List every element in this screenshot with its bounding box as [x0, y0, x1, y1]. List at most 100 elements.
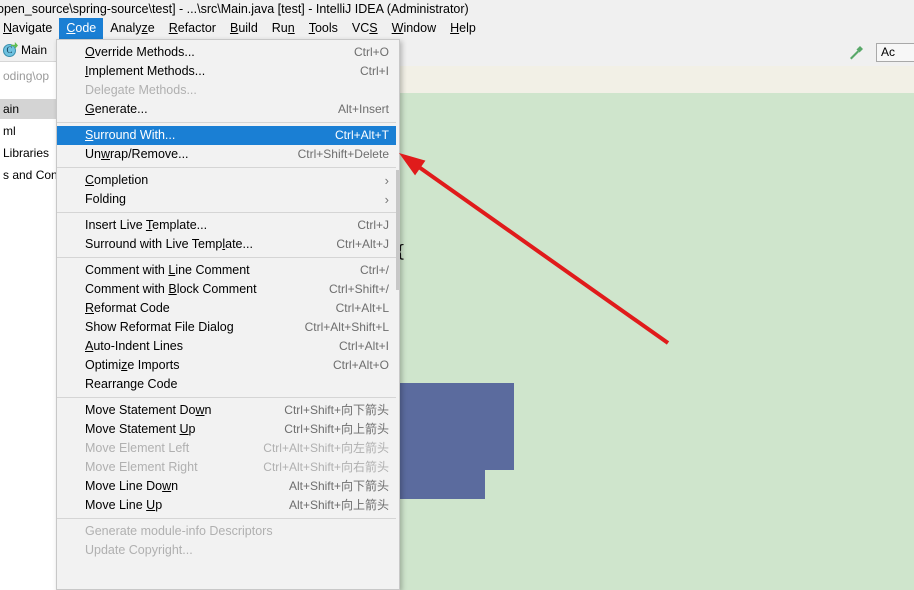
menu-item-label: Move Line Up — [85, 498, 163, 512]
window-titlebar: open_source\spring-source\test] - ...\sr… — [0, 0, 914, 18]
menu-item-label: Generate module-info Descriptors — [85, 524, 273, 538]
menubar-item-tools[interactable]: Tools — [302, 18, 345, 39]
menu-item-label: Delegate Methods... — [85, 83, 197, 97]
menu-item-move-line-up[interactable]: Move Line Up Alt+Shift+向上箭头 — [57, 496, 399, 515]
menu-item-shortcut: Ctrl+Alt+T — [334, 128, 389, 142]
menu-item-shortcut: Alt+Shift+向上箭头 — [288, 498, 389, 512]
project-panel-tab-label: Main — [21, 43, 48, 57]
menu-item-delegate-methods: Delegate Methods... — [57, 81, 399, 100]
menubar-item-build[interactable]: Build — [223, 18, 265, 39]
menu-item-implement-methods[interactable]: Implement Methods... Ctrl+I — [57, 62, 399, 81]
menubar-item-label: Analyze — [110, 21, 155, 35]
editor-tab-strip-filler — [350, 66, 914, 93]
menu-scrollbar[interactable] — [396, 40, 399, 589]
hammer-icon[interactable] — [847, 44, 865, 62]
menubar-item-label: Navigate — [3, 21, 53, 35]
menubar-item-run[interactable]: Run — [265, 18, 302, 39]
menu-item-shortcut: Ctrl+/ — [359, 263, 389, 277]
menu-item-rearrange-code[interactable]: Rearrange Code — [57, 375, 399, 394]
menu-item-surround-with-live-template[interactable]: Surround with Live Template... Ctrl+Alt+J — [57, 235, 399, 254]
menu-item-comment-with-block-comment[interactable]: Comment with Block Comment Ctrl+Shift+/ — [57, 280, 399, 299]
menubar-item-navigate[interactable]: Navigate — [0, 18, 59, 39]
menu-item-shortcut: Ctrl+Alt+O — [332, 358, 389, 372]
menu-item-label: Unwrap/Remove... — [85, 147, 189, 161]
menu-item-override-methods[interactable]: Override Methods... Ctrl+O — [57, 43, 399, 62]
menu-scrollbar-thumb[interactable] — [396, 170, 399, 290]
menu-separator — [57, 212, 399, 213]
menu-item-update-copyright: Update Copyright... — [57, 541, 399, 560]
menu-separator — [57, 397, 399, 398]
run-configuration-selector[interactable]: Ac — [876, 43, 914, 62]
menu-item-shortcut: Ctrl+Shift+向下箭头 — [284, 403, 389, 417]
menu-item-shortcut: Ctrl+Alt+Shift+L — [304, 320, 389, 334]
menu-item-label: Move Statement Down — [85, 403, 212, 417]
menu-item-shortcut: Alt+Insert — [337, 102, 389, 116]
menu-item-shortcut: Ctrl+Alt+Shift+向右箭头 — [263, 460, 389, 474]
menu-item-label: Override Methods... — [85, 45, 195, 59]
menu-item-generate[interactable]: Generate... Alt+Insert — [57, 100, 399, 119]
menu-item-insert-live-template[interactable]: Insert Live Template... Ctrl+J — [57, 216, 399, 235]
menubar-item-label: VCS — [351, 21, 378, 35]
menu-item-label: Move Line Down — [85, 479, 179, 493]
menubar-item-label: Tools — [308, 21, 338, 35]
menu-item-label: Surround with Live Template... — [85, 237, 253, 251]
menu-item-optimize-imports[interactable]: Optimize Imports Ctrl+Alt+O — [57, 356, 399, 375]
menu-item-shortcut: Ctrl+Alt+I — [338, 339, 389, 353]
menu-item-label: Optimize Imports — [85, 358, 180, 372]
menu-item-label: Insert Live Template... — [85, 218, 208, 232]
project-tree-item[interactable]: s and Con — [3, 165, 58, 185]
menu-separator — [57, 257, 399, 258]
menu-item-auto-indent-lines[interactable]: Auto-Indent Lines Ctrl+Alt+I — [57, 337, 399, 356]
menu-item-label: Comment with Block Comment — [85, 282, 257, 296]
menu-item-shortcut: Ctrl+O — [353, 45, 389, 59]
chevron-right-icon: › — [384, 192, 389, 207]
menu-bar: Navigate Code Analyze Refactor Build Run Tools… — [0, 18, 914, 39]
menu-item-shortcut: Ctrl+Shift+向上箭头 — [284, 422, 389, 436]
menu-item-show-reformat-file-dialog[interactable]: Show Reformat File Dialog Ctrl+Alt+Shift+… — [57, 318, 399, 337]
menu-item-label: Move Statement Up — [85, 422, 196, 436]
menu-item-move-statement-down[interactable]: Move Statement Down Ctrl+Shift+向下箭头 — [57, 401, 399, 420]
menu-item-move-element-left: Move Element Left Ctrl+Alt+Shift+向左箭头 — [57, 439, 399, 458]
menu-item-label: Auto-Indent Lines — [85, 339, 183, 353]
menu-item-completion[interactable]: Completion › — [57, 171, 399, 190]
menu-item-shortcut: Ctrl+Shift+Delete — [297, 147, 389, 161]
menu-item-label: Surround With... — [85, 128, 176, 142]
menubar-item-code[interactable]: Code — [59, 18, 104, 39]
menu-item-shortcut: Alt+Shift+向下箭头 — [288, 479, 389, 493]
menubar-item-refactor[interactable]: Refactor — [162, 18, 223, 39]
menu-item-label: Folding — [85, 192, 126, 206]
menu-item-move-statement-up[interactable]: Move Statement Up Ctrl+Shift+向上箭头 — [57, 420, 399, 439]
project-tree-item[interactable]: ml — [3, 121, 16, 141]
menu-item-comment-with-line-comment[interactable]: Comment with Line Comment Ctrl+/ — [57, 261, 399, 280]
menu-item-label: Reformat Code — [85, 301, 170, 315]
menu-separator — [57, 122, 399, 123]
menubar-item-window[interactable]: Window — [385, 18, 443, 39]
menubar-item-label: Window — [391, 21, 437, 35]
menu-item-folding[interactable]: Folding › — [57, 190, 399, 209]
project-panel-tab-main[interactable]: C Main — [3, 41, 47, 59]
menu-item-reformat-code[interactable]: Reformat Code Ctrl+Alt+L — [57, 299, 399, 318]
intellij-idea-window: open_source\spring-source\test] - ...\sr… — [0, 0, 914, 590]
menu-separator — [57, 518, 399, 519]
project-tree-item[interactable]: ain — [3, 99, 19, 119]
menu-separator — [57, 167, 399, 168]
menu-item-unwrap-remove[interactable]: Unwrap/Remove... Ctrl+Shift+Delete — [57, 145, 399, 164]
menubar-item-analyze[interactable]: Analyze — [103, 18, 161, 39]
menubar-item-label: Help — [450, 21, 476, 35]
menu-item-move-line-down[interactable]: Move Line Down Alt+Shift+向下箭头 — [57, 477, 399, 496]
menu-item-label: Move Element Right — [85, 460, 198, 474]
chevron-right-icon: › — [384, 173, 389, 188]
menubar-item-vcs[interactable]: VCS — [345, 18, 385, 39]
project-tree-item[interactable]: Libraries — [3, 143, 49, 163]
java-class-icon: C — [3, 44, 16, 57]
menu-item-shortcut: Ctrl+Alt+Shift+向左箭头 — [263, 441, 389, 455]
menu-item-label: Completion — [85, 173, 149, 187]
menu-item-label: Update Copyright... — [85, 543, 193, 557]
menu-item-shortcut: Ctrl+I — [359, 64, 389, 78]
menu-item-label: Implement Methods... — [85, 64, 206, 78]
menubar-item-help[interactable]: Help — [443, 18, 483, 39]
menu-item-label: Comment with Line Comment — [85, 263, 250, 277]
menu-item-shortcut: Ctrl+Alt+L — [335, 301, 389, 315]
menu-item-surround-with[interactable]: Surround With... Ctrl+Alt+T — [57, 126, 399, 145]
menu-item-label: Move Element Left — [85, 441, 190, 455]
